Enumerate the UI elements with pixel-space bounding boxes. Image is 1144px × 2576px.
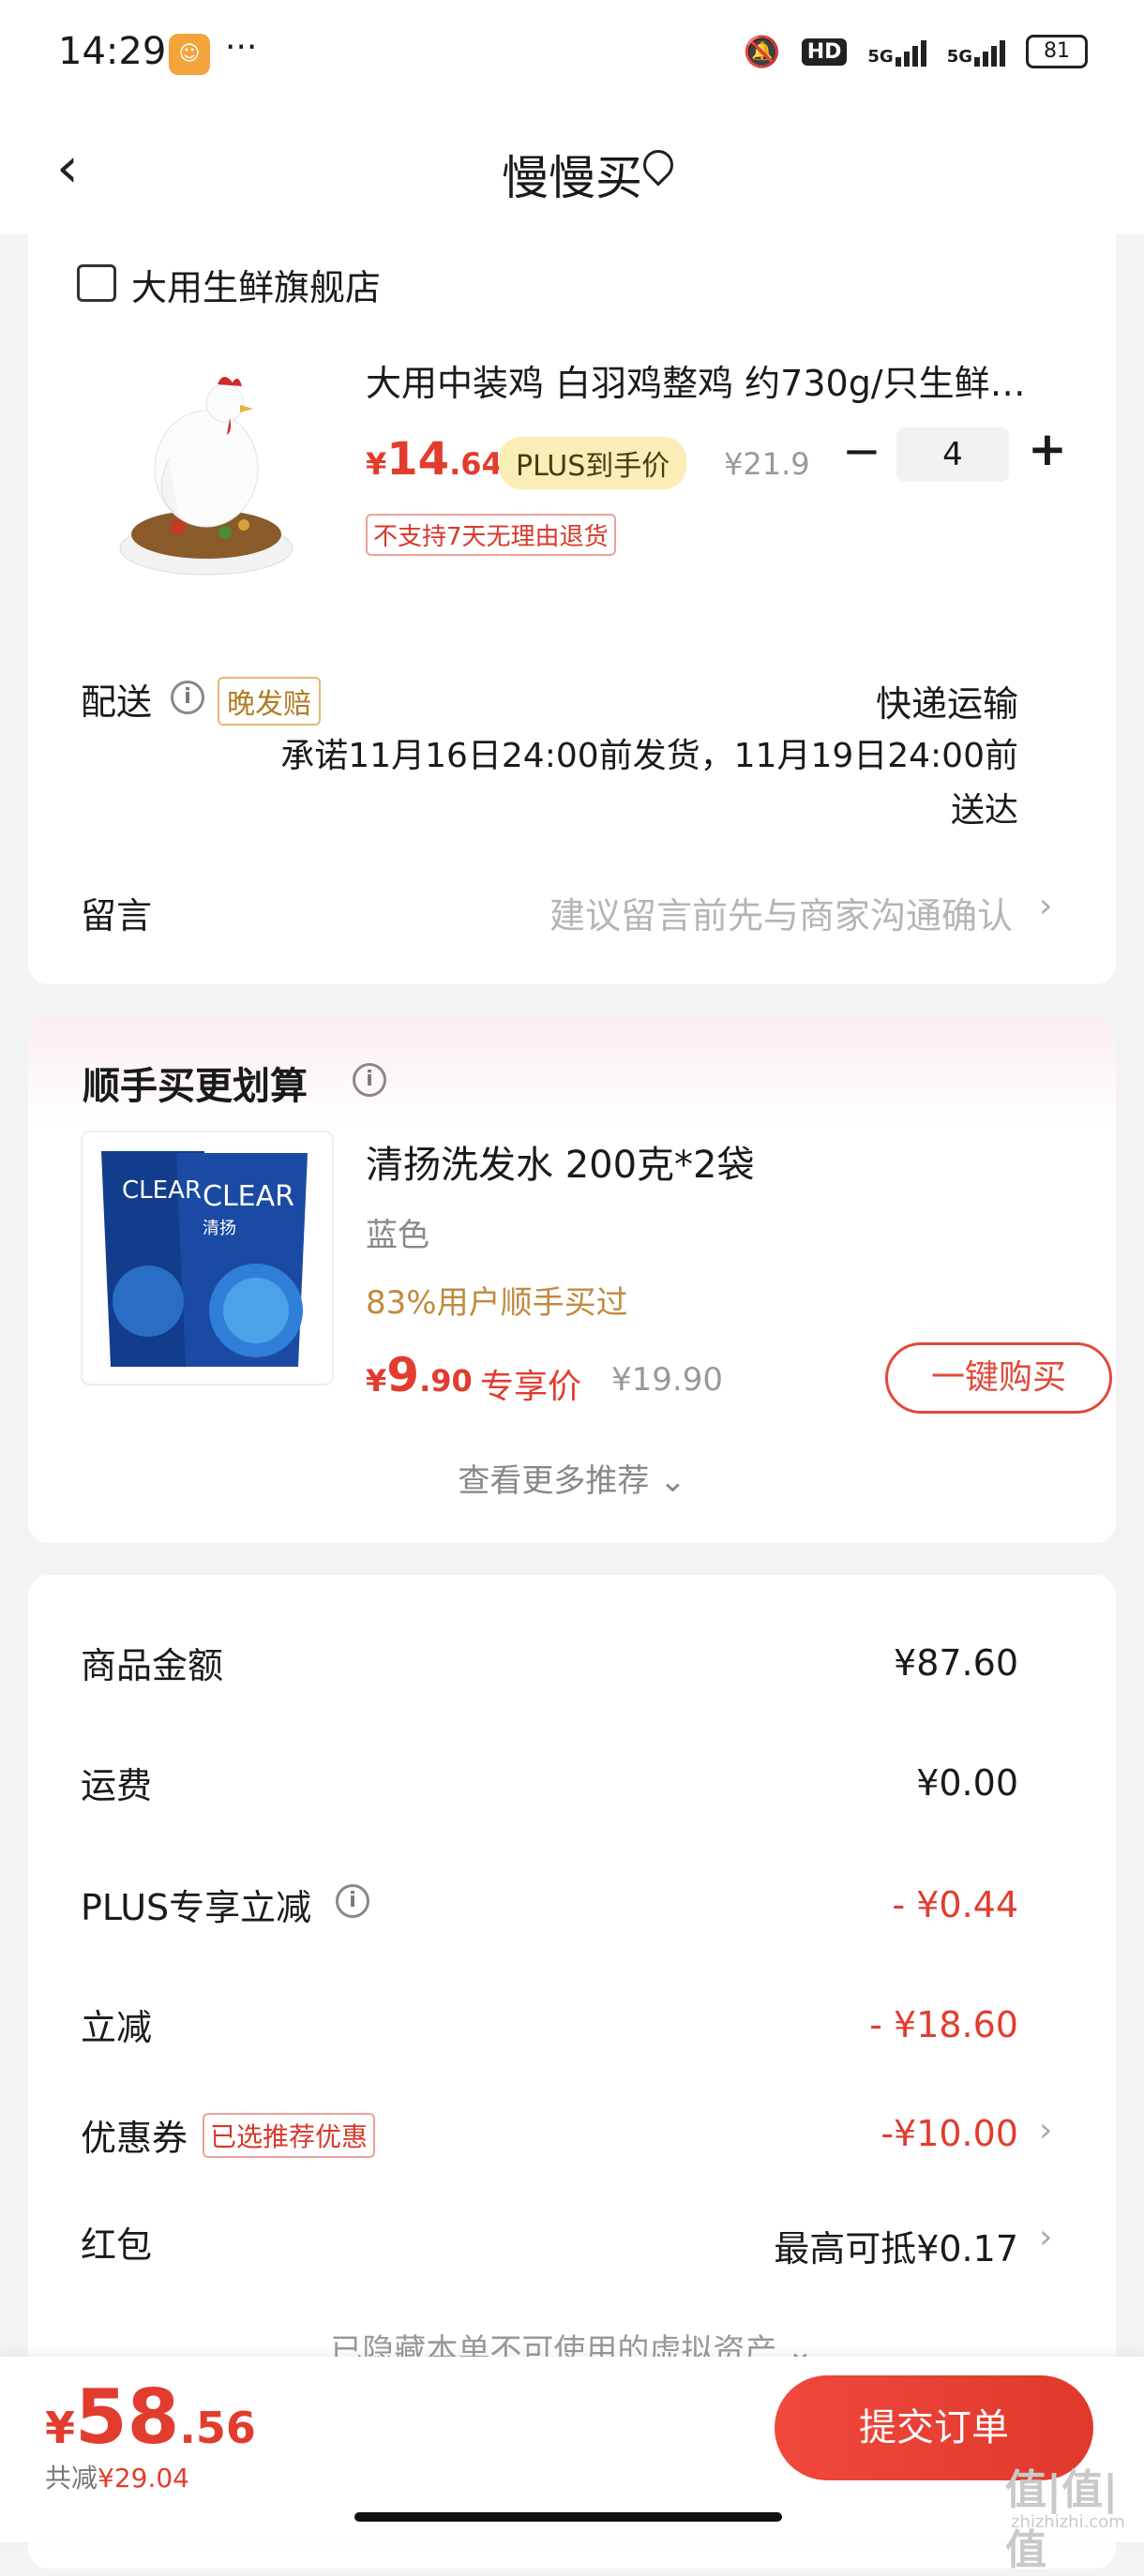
info-icon[interactable]: i (336, 1884, 369, 1918)
see-more-recommendations[interactable]: 查看更多推荐 ⌄ (0, 1455, 1144, 1501)
recommend-original-price: ¥19.90 (611, 1361, 723, 1399)
plus-price-tag: PLUS到手价 (499, 437, 687, 489)
goods-amount-value: ¥87.60 (894, 1642, 1018, 1684)
recommend-product-name[interactable]: 清扬洗发水 200克*2袋 (366, 1134, 755, 1189)
chevron-right-icon: › (1039, 2111, 1053, 2149)
delivery-label: 配送 (81, 681, 153, 723)
red-packet-label[interactable]: 红包 (81, 2216, 152, 2268)
coupon-selected-tag: 已选推荐优惠 (203, 2113, 376, 2158)
red-packet-value[interactable]: 最高可抵¥0.17 (774, 2220, 1018, 2271)
price-integer: 14 (386, 433, 450, 486)
recommend-price: ¥9.90 (366, 1348, 473, 1402)
svg-text:CLEAR: CLEAR (122, 1176, 202, 1205)
svg-text:清扬: 清扬 (203, 1219, 236, 1238)
see-more-label: 查看更多推荐 (458, 1462, 650, 1500)
home-indicator[interactable] (354, 2512, 782, 2522)
page-title: 慢慢买 (502, 151, 642, 205)
app-notification-icon: ☺ (169, 34, 210, 75)
coupon-label[interactable]: 优惠券 (81, 2109, 188, 2161)
signal-bars-icon (895, 37, 926, 67)
total-decimal: .56 (179, 2403, 256, 2453)
battery-icon: 81 (1026, 35, 1088, 68)
recommend-buy-rate: 83%用户顺手买过 (366, 1284, 628, 1322)
currency-symbol: ¥ (45, 2403, 76, 2453)
mute-icon: 🔕 (743, 34, 781, 69)
price-decimal: .64 (449, 446, 503, 482)
original-price: ¥21.9 (724, 446, 810, 482)
chevron-right-icon: › (1039, 887, 1053, 925)
coupon-value[interactable]: -¥10.00 (881, 2113, 1018, 2154)
instant-discount-value: - ¥18.60 (869, 2004, 1018, 2045)
plus-discount-label: PLUS专享立减 (81, 1887, 312, 1928)
hd-icon: HD (801, 37, 848, 66)
signal-bars-icon (974, 37, 1005, 67)
instant-discount-label: 立减 (81, 2007, 153, 2048)
freight-value: ¥0.00 (916, 1762, 1018, 1804)
message-label: 留言 (81, 895, 153, 936)
shop-card (28, 234, 1116, 984)
status-indicators: 🔕 HD 5G 5G 81 (744, 34, 1088, 69)
plus-discount-value: - ¥0.44 (892, 1884, 1018, 1925)
currency-symbol: ¥ (366, 1363, 387, 1399)
recommend-product-color: 蓝色 (366, 1217, 429, 1254)
price-decimal: .90 (419, 1363, 473, 1399)
watermark-url: zhizhizhi.com (1011, 2512, 1125, 2532)
product-image-chicken[interactable] (113, 356, 300, 591)
svg-text:CLEAR: CLEAR (203, 1180, 294, 1213)
network-type-label: 5G (867, 47, 894, 67)
shipping-method: 快递运输 (875, 683, 1018, 725)
goods-amount-label: 商品金额 (81, 1645, 224, 1686)
price-integer: 9 (386, 1348, 420, 1402)
freight-label: 运费 (81, 1765, 153, 1806)
recommend-title: 顺手买更划算 (83, 1065, 308, 1108)
one-click-buy-button[interactable]: 一键购买 (885, 1342, 1112, 1414)
network-type-label: 5G (946, 47, 972, 67)
product-image-shampoo[interactable]: CLEAR CLEAR 清扬 (81, 1131, 334, 1385)
saved-value: ¥29.04 (98, 2463, 189, 2494)
more-notifications-icon: ··· (225, 28, 258, 67)
saved-label: 共减 (45, 2463, 98, 2494)
total-saved: 共减¥29.04 (45, 2458, 189, 2495)
quantity-decrease-button[interactable]: − (842, 424, 881, 478)
status-time: 14:29 (58, 30, 167, 73)
info-icon[interactable]: i (171, 681, 204, 714)
product-price: ¥14.64 (366, 433, 503, 486)
shipping-promise: 承诺11月16日24:00前发货，11月19日24:00前送达 (280, 737, 1018, 830)
nav-bar: ‹ 慢慢买 (0, 112, 1144, 234)
message-input[interactable]: 建议留言前先与商家沟通确认 (549, 887, 1013, 938)
total-price: ¥58.56 (45, 2374, 256, 2461)
signal-1: 5G (867, 37, 926, 67)
quantity-input[interactable]: 4 (896, 427, 1009, 482)
no-return-badge: 不支持7天无理由退货 (366, 514, 616, 556)
store-icon (77, 264, 116, 302)
store-name[interactable]: 大用生鲜旗舰店 (131, 259, 381, 310)
currency-symbol: ¥ (366, 446, 387, 482)
quantity-increase-button[interactable]: + (1028, 422, 1067, 476)
chevron-down-icon: ⌄ (659, 1462, 686, 1500)
info-icon[interactable]: i (353, 1063, 386, 1097)
total-integer: 58 (75, 2374, 180, 2461)
signal-2: 5G (947, 37, 1005, 67)
exclusive-price-label: 专享价 (480, 1368, 582, 1406)
chevron-right-icon: › (1039, 2218, 1053, 2256)
product-title[interactable]: 大用中装鸡 白羽鸡整鸡 约730g/只生鲜… (366, 354, 1026, 406)
late-compensation-tag: 晚发赔 (218, 677, 321, 726)
status-bar: 14:29 ☺ ··· 🔕 HD 5G 5G 81 (0, 0, 1144, 112)
